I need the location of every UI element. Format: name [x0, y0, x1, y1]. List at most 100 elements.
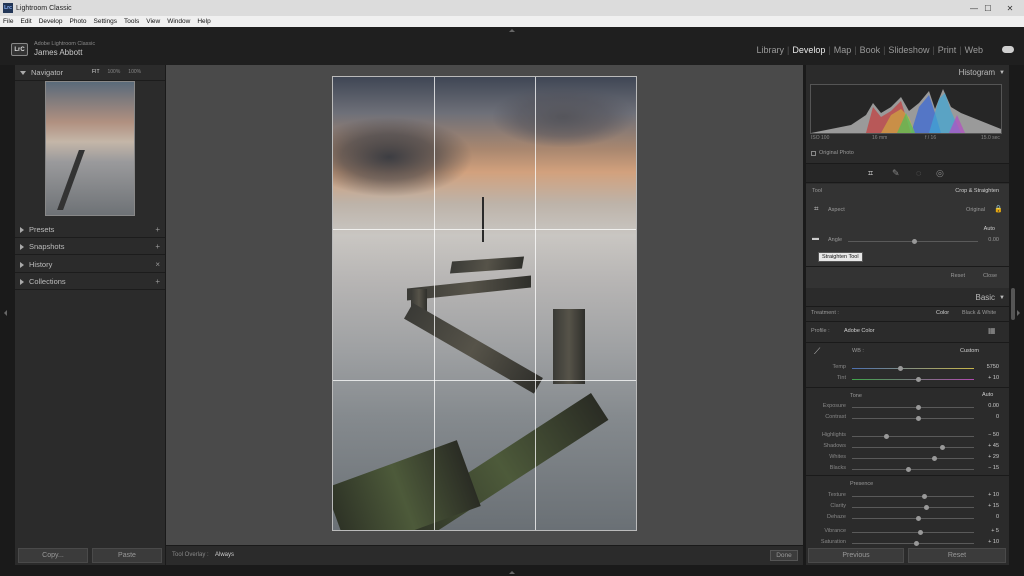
original-photo-toggle[interactable]: Original Photo — [811, 150, 854, 156]
histogram-header[interactable]: Histogram ▼ — [959, 68, 1005, 77]
treatment-color[interactable]: Color — [936, 310, 949, 316]
module-web[interactable]: Web — [962, 45, 986, 55]
close-icon[interactable]: ✕ — [996, 0, 1024, 16]
crop-close-button[interactable]: Close — [983, 273, 997, 279]
menu-help[interactable]: Help — [197, 18, 210, 25]
masking-icon[interactable]: ◎ — [936, 168, 944, 179]
wb-select[interactable]: Custom — [960, 348, 979, 354]
slider-knob[interactable] — [922, 494, 927, 499]
navigator-header[interactable]: Navigator FIT 100% 100% — [15, 65, 165, 81]
history-header[interactable]: History × — [15, 257, 165, 273]
navigator-preview[interactable] — [45, 81, 135, 216]
module-develop[interactable]: Develop — [789, 45, 828, 55]
white-balance-picker-icon[interactable]: ⟋ — [814, 346, 820, 357]
highlights-slider[interactable] — [852, 434, 974, 439]
right-panel-toggle-icon[interactable] — [1017, 310, 1020, 316]
saturation-slider[interactable] — [852, 541, 974, 546]
reset-button[interactable]: Reset — [908, 548, 1006, 563]
tool-overlay-select[interactable]: Always — [215, 552, 234, 558]
zoom-custom[interactable]: 100% — [128, 69, 141, 75]
tint-value[interactable]: + 10 — [975, 375, 999, 381]
zoom-fit[interactable]: FIT — [92, 69, 100, 75]
angle-value[interactable]: 0.00 — [988, 237, 999, 243]
healing-brush-icon[interactable]: ✎ — [892, 168, 900, 179]
menu-tools[interactable]: Tools — [124, 18, 139, 25]
temp-value[interactable]: 5750 — [975, 364, 999, 370]
crop-handle[interactable] — [632, 526, 636, 530]
basic-header[interactable]: Basic ▼ — [975, 293, 1005, 302]
shadows-slider[interactable] — [852, 445, 974, 450]
done-button[interactable]: Done — [770, 550, 798, 561]
blacks-value[interactable]: − 15 — [975, 465, 999, 471]
slider-knob[interactable] — [932, 456, 937, 461]
menu-view[interactable]: View — [146, 18, 160, 25]
clear-history-icon[interactable]: × — [155, 260, 160, 269]
dehaze-slider[interactable] — [852, 516, 974, 521]
temp-slider[interactable] — [852, 366, 974, 371]
slider-knob[interactable] — [924, 505, 929, 510]
crop-tool-icon[interactable]: ⌗ — [868, 168, 873, 179]
crop-frame-icon[interactable]: ⌗ — [814, 204, 819, 214]
texture-slider[interactable] — [852, 494, 974, 499]
blacks-slider[interactable] — [852, 467, 974, 472]
right-panel-scrollbar[interactable] — [1011, 288, 1015, 320]
clarity-slider[interactable] — [852, 505, 974, 510]
lock-icon[interactable]: 🔒 — [994, 205, 1003, 213]
slider-knob[interactable] — [940, 445, 945, 450]
slider-knob[interactable] — [916, 516, 921, 521]
module-print[interactable]: Print — [935, 45, 960, 55]
vibrance-value[interactable]: + 5 — [975, 528, 999, 534]
crop-handle[interactable] — [333, 526, 337, 530]
slider-knob[interactable] — [918, 530, 923, 535]
menu-window[interactable]: Window — [167, 18, 190, 25]
slider-knob[interactable] — [914, 541, 919, 546]
angle-slider[interactable] — [848, 239, 978, 244]
module-map[interactable]: Map — [831, 45, 855, 55]
module-book[interactable]: Book — [857, 45, 884, 55]
tint-slider[interactable] — [852, 377, 974, 382]
crop-handle[interactable] — [333, 77, 337, 81]
paste-button[interactable]: Paste — [92, 548, 162, 563]
copy-button[interactable]: Copy... — [18, 548, 88, 563]
slider-knob[interactable] — [916, 405, 921, 410]
shadows-value[interactable]: + 45 — [975, 443, 999, 449]
module-slideshow[interactable]: Slideshow — [885, 45, 932, 55]
tone-auto-button[interactable]: Auto — [982, 392, 993, 398]
menu-photo[interactable]: Photo — [70, 18, 87, 25]
contrast-slider[interactable] — [852, 416, 974, 421]
previous-button[interactable]: Previous — [808, 548, 904, 563]
photo-preview[interactable] — [332, 76, 637, 531]
aspect-select[interactable]: Original — [966, 207, 985, 213]
dehaze-value[interactable]: 0 — [975, 514, 999, 520]
add-collection-icon[interactable]: + — [155, 277, 160, 286]
left-panel-toggle-icon[interactable] — [4, 310, 7, 316]
red-eye-icon[interactable]: ◌ — [916, 168, 921, 178]
highlights-value[interactable]: − 50 — [975, 432, 999, 438]
whites-value[interactable]: + 29 — [975, 454, 999, 460]
menu-develop[interactable]: Develop — [39, 18, 63, 25]
presets-header[interactable]: Presets + — [15, 222, 165, 238]
filmstrip-toggle-icon[interactable] — [509, 571, 515, 574]
zoom-100[interactable]: 100% — [108, 69, 121, 75]
slider-knob[interactable] — [912, 239, 917, 244]
texture-value[interactable]: + 10 — [975, 492, 999, 498]
saturation-value[interactable]: + 10 — [975, 539, 999, 545]
top-panel-toggle-icon[interactable] — [509, 29, 515, 32]
slider-knob[interactable] — [916, 377, 921, 382]
checkbox[interactable] — [811, 150, 816, 156]
treatment-bw[interactable]: Black & White — [962, 310, 996, 316]
profile-browser-icon[interactable]: ▦ — [988, 326, 996, 335]
menu-settings[interactable]: Settings — [94, 18, 118, 25]
snapshots-header[interactable]: Snapshots + — [15, 239, 165, 255]
exposure-slider[interactable] — [852, 405, 974, 410]
add-preset-icon[interactable]: + — [155, 225, 160, 234]
module-library[interactable]: Library — [753, 45, 787, 55]
straighten-tool-icon[interactable]: ▬ — [812, 235, 819, 242]
menu-file[interactable]: File — [3, 18, 13, 25]
exposure-value[interactable]: 0.00 — [975, 403, 999, 409]
auto-button[interactable]: Auto — [984, 226, 995, 232]
cloud-sync-icon[interactable] — [1002, 46, 1014, 53]
slider-knob[interactable] — [906, 467, 911, 472]
slider-knob[interactable] — [916, 416, 921, 421]
add-snapshot-icon[interactable]: + — [155, 242, 160, 251]
